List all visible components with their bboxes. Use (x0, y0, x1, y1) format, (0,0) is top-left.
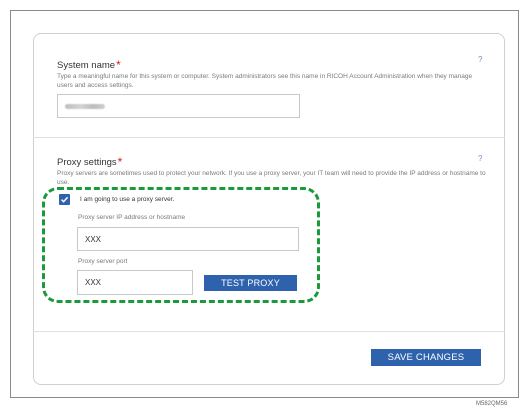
blurred-system-name (65, 103, 105, 109)
proxy-settings-title: Proxy settings* (57, 155, 123, 169)
proxy-settings-description: Proxy servers are sometimes used to prot… (57, 170, 486, 186)
required-asterisk: * (117, 155, 123, 169)
system-name-help-icon[interactable]: ? (478, 55, 482, 64)
required-asterisk: * (116, 58, 121, 72)
section-divider (33, 137, 505, 138)
system-name-input[interactable] (57, 94, 300, 118)
footer-divider (33, 331, 505, 332)
system-name-title: System name* (57, 58, 121, 72)
figure-code: M582QM56 (476, 401, 508, 407)
system-name-description: Type a meaningful name for this system o… (57, 73, 473, 89)
proxy-settings-help-icon[interactable]: ? (478, 154, 482, 163)
highlight-callout (42, 187, 320, 303)
save-changes-button[interactable]: SAVE CHANGES (371, 349, 481, 366)
